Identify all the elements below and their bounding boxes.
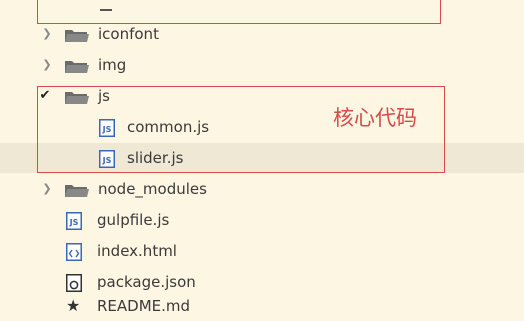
tree-item-index-html[interactable]: index.html bbox=[0, 236, 524, 266]
annotation-label: 核心代码 bbox=[333, 106, 417, 130]
chevron-right-icon[interactable]: ❯ bbox=[40, 174, 54, 204]
svg-text:JS: JS bbox=[69, 218, 79, 227]
tree-item-label: gulpfile.js bbox=[97, 211, 170, 229]
tree-item-img[interactable]: ❯ img bbox=[0, 50, 524, 80]
file-tree: ❯ iconfont ❯ img ✔ js JS common.js JS sl… bbox=[0, 0, 524, 321]
chevron-right-icon[interactable]: ❯ bbox=[40, 50, 54, 80]
tree-item-label: iconfont bbox=[98, 25, 159, 43]
tree-item-label: node_modules bbox=[98, 180, 207, 198]
folder-icon bbox=[65, 185, 89, 197]
js-file-icon: JS bbox=[66, 212, 82, 230]
chevron-right-icon[interactable]: ❯ bbox=[40, 19, 54, 49]
star-icon: ★ bbox=[66, 296, 81, 315]
scrolled-off-item-fragment bbox=[100, 9, 112, 11]
tree-item-iconfont[interactable]: ❯ iconfont bbox=[0, 19, 524, 49]
tree-item-label: index.html bbox=[97, 242, 177, 260]
tree-item-gulpfile-js[interactable]: JS gulpfile.js bbox=[0, 205, 524, 235]
tree-item-readme-md[interactable]: ★ README.md bbox=[0, 291, 524, 321]
html-file-icon bbox=[66, 243, 82, 261]
folder-icon bbox=[65, 61, 89, 73]
tree-item-label: img bbox=[98, 56, 127, 74]
folder-icon bbox=[65, 30, 89, 42]
tree-item-node-modules[interactable]: ❯ node_modules bbox=[0, 174, 524, 204]
tree-item-label: README.md bbox=[97, 297, 191, 315]
json-file-icon bbox=[66, 274, 82, 292]
